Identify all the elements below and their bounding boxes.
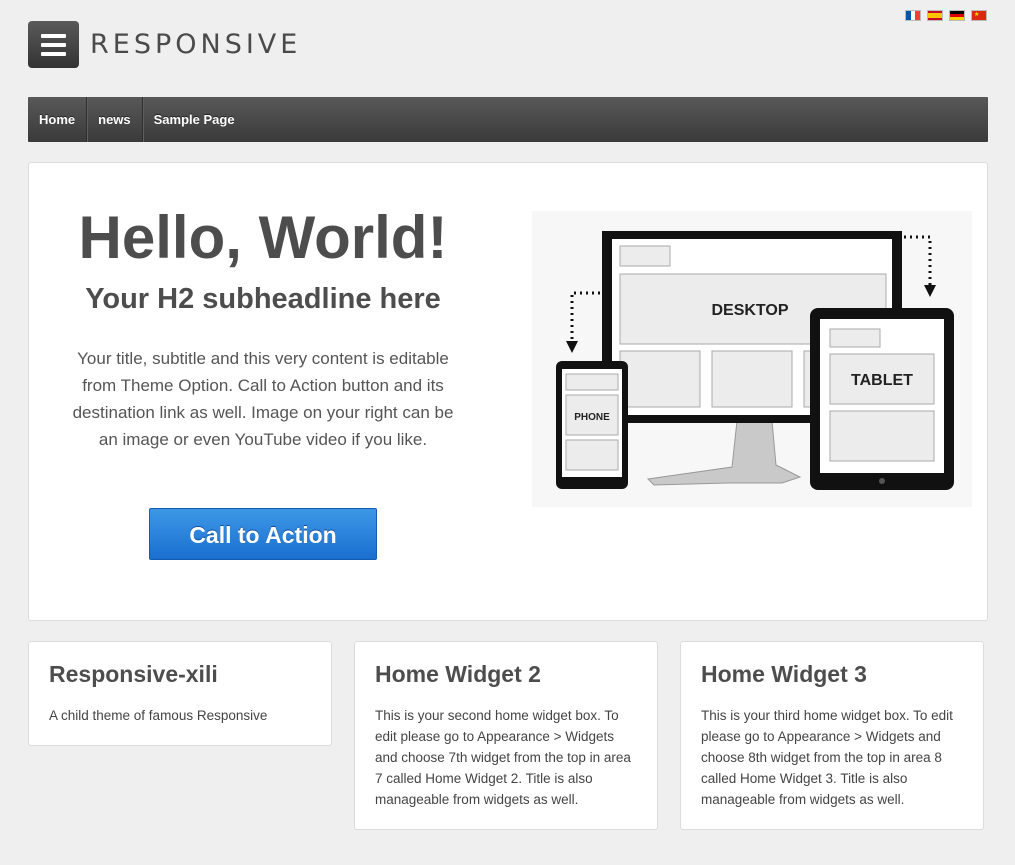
featured-title: Hello, World! xyxy=(78,204,448,271)
widget-text: This is your third home widget box. To e… xyxy=(701,708,953,807)
nav-item-home[interactable]: Home xyxy=(28,97,88,142)
flag-french-icon[interactable] xyxy=(905,10,921,21)
responsive-devices-image: DESKTOP PHONE TABLET xyxy=(532,211,972,507)
call-to-action-button[interactable]: Call to Action xyxy=(149,508,377,560)
site-logo[interactable]: RESPONSIVE xyxy=(28,21,301,68)
featured-subtitle: Your H2 subheadline here xyxy=(85,283,441,315)
flag-chinese-icon[interactable] xyxy=(971,10,987,21)
language-switcher xyxy=(905,10,987,21)
home-widget-1: Responsive-xili A child theme of famous … xyxy=(28,641,332,746)
widget-text: This is your second home widget box. To … xyxy=(375,708,631,807)
phone-label: PHONE xyxy=(574,412,610,423)
widget-title: Home Widget 3 xyxy=(701,661,867,687)
widget-title: Home Widget 2 xyxy=(375,661,541,687)
widget-text: A child theme of famous Responsive xyxy=(49,708,268,723)
nav-item-sample-page[interactable]: Sample Page xyxy=(143,97,246,142)
desktop-label: DESKTOP xyxy=(711,302,788,319)
featured-content: Hello, World! Your H2 subheadline here Y… xyxy=(28,162,988,621)
home-widget-2: Home Widget 2 This is your second home w… xyxy=(354,641,658,830)
widget-title: Responsive-xili xyxy=(49,661,218,687)
flag-german-icon[interactable] xyxy=(949,10,965,21)
nav-item-news[interactable]: news xyxy=(87,97,143,142)
flag-spanish-icon[interactable] xyxy=(927,10,943,21)
tablet-label: TABLET xyxy=(851,372,913,389)
logo-text: RESPONSIVE xyxy=(90,29,302,60)
main-nav: Home news Sample Page xyxy=(28,97,988,142)
featured-text: Your title, subtitle and this very conte… xyxy=(72,349,454,449)
home-widget-3: Home Widget 3 This is your third home wi… xyxy=(680,641,984,830)
menu-icon xyxy=(28,21,79,68)
